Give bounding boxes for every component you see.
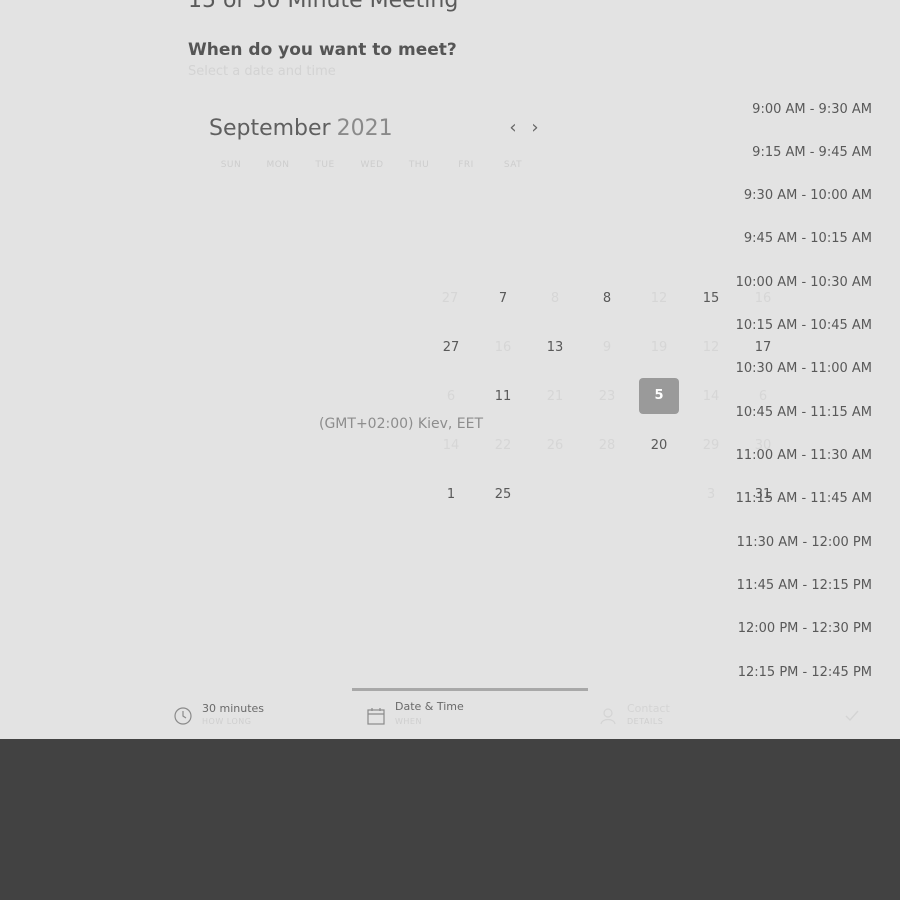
calendar-day[interactable]: 27 (431, 330, 471, 366)
time-slot[interactable]: 10:30 AM - 11:00 AM (722, 361, 872, 376)
step-label: Contact (627, 702, 670, 715)
time-slot[interactable]: 12:00 PM - 12:30 PM (722, 621, 872, 636)
time-slot[interactable]: 11:45 AM - 12:15 PM (722, 578, 872, 593)
step-label: Date & Time (395, 700, 464, 713)
calendar-day-selected[interactable]: 5 (639, 378, 679, 414)
section-subheading: Select a date and time (188, 64, 336, 79)
time-slot[interactable]: 11:15 AM - 11:45 AM (722, 491, 872, 506)
calendar-day: 28 (598, 438, 616, 453)
meeting-title: 15 or 30 Minute Meeting (188, 0, 459, 13)
time-slot[interactable]: 12:15 PM - 12:45 PM (722, 665, 872, 680)
calendar-day: 19 (650, 340, 668, 355)
weekday-header: SUN (220, 160, 242, 170)
active-step-indicator (352, 688, 588, 691)
person-icon (600, 708, 616, 725)
step-sublabel: WHEN (395, 717, 422, 726)
chevron-right-icon: › (531, 117, 539, 138)
calendar-day: 8 (550, 291, 560, 306)
next-month-button[interactable]: › (525, 117, 545, 139)
calendar-day: 22 (494, 438, 512, 453)
calendar-day[interactable]: 25 (483, 477, 523, 513)
time-slot[interactable]: 9:00 AM - 9:30 AM (722, 102, 872, 117)
calendar-day[interactable]: 20 (639, 428, 679, 464)
month-year: 2021 (336, 116, 393, 141)
time-slot[interactable]: 9:30 AM - 10:00 AM (722, 188, 872, 203)
calendar-day: 26 (546, 438, 564, 453)
prev-month-button[interactable]: ‹ (503, 117, 523, 139)
dark-overlay (0, 739, 900, 900)
time-slot[interactable]: 11:30 AM - 12:00 PM (722, 535, 872, 550)
time-slot[interactable]: 11:00 AM - 11:30 AM (722, 448, 872, 463)
timezone-selector[interactable]: (GMT+02:00) Kiev, EET (319, 416, 483, 432)
step-duration[interactable]: 30 minutes HOW LONG (173, 702, 323, 732)
calendar-day: 6 (446, 389, 456, 404)
calendar-day: 23 (598, 389, 616, 404)
check-icon (845, 710, 859, 722)
section-heading: When do you want to meet? (188, 40, 457, 60)
calendar-day[interactable]: 1 (431, 477, 471, 513)
calendar-day: 27 (441, 291, 459, 306)
month-name: September (209, 116, 331, 141)
calendar-day[interactable]: 13 (535, 330, 575, 366)
clock-icon (174, 707, 192, 725)
step-sublabel: DETAILS (627, 717, 664, 726)
weekday-header: FRI (458, 160, 474, 170)
calendar-icon (367, 708, 385, 725)
weekday-header: WED (360, 160, 384, 170)
weekday-header: THU (408, 160, 430, 170)
scheduler-app: 15 or 30 Minute Meeting When do you want… (0, 0, 900, 739)
calendar-day: 14 (442, 438, 460, 453)
step-label: 30 minutes (202, 702, 265, 715)
calendar-day[interactable]: 11 (483, 379, 523, 415)
calendar-day[interactable]: 8 (587, 281, 627, 317)
calendar-day: 12 (650, 291, 668, 306)
calendar-day: 21 (546, 389, 564, 404)
time-slot[interactable]: 10:45 AM - 11:15 AM (722, 405, 872, 420)
time-slot[interactable]: 9:15 AM - 9:45 AM (722, 145, 872, 160)
calendar-month-label: September 2021 (209, 116, 393, 141)
step-date-time[interactable]: Date & Time WHEN (366, 700, 516, 732)
weekday-header: TUE (315, 160, 335, 170)
calendar-day[interactable]: 7 (483, 281, 523, 317)
weekday-header: SAT (503, 160, 523, 170)
step-contact[interactable]: Contact DETAILS (598, 702, 748, 732)
calendar-day: 16 (494, 340, 512, 355)
step-confirm[interactable] (842, 702, 892, 732)
calendar-day: 9 (602, 340, 612, 355)
step-sublabel: HOW LONG (202, 717, 252, 726)
time-slot[interactable]: 10:00 AM - 10:30 AM (722, 275, 872, 290)
time-slot[interactable]: 9:45 AM - 10:15 AM (722, 231, 872, 246)
weekday-header: MON (266, 160, 290, 170)
time-slot[interactable]: 10:15 AM - 10:45 AM (722, 318, 872, 333)
chevron-left-icon: ‹ (509, 117, 517, 138)
